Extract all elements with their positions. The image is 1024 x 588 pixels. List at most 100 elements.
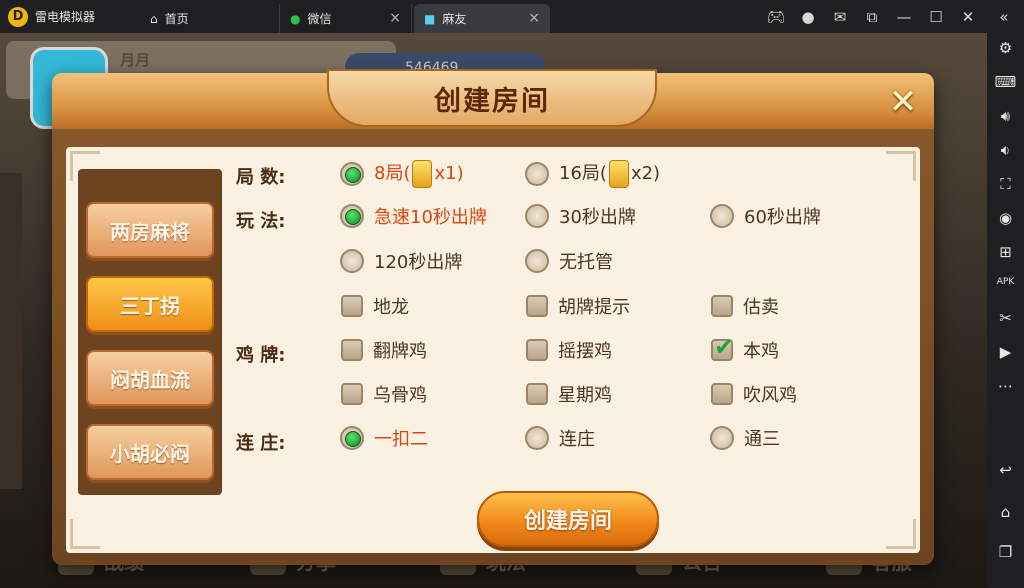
tab-mayou[interactable]: ■ 麻友 × bbox=[414, 4, 550, 33]
create-room-button[interactable]: 创建房间 bbox=[477, 491, 659, 547]
corner-ornament bbox=[886, 519, 916, 549]
rounds-option-16[interactable]: 16局(x2) bbox=[525, 159, 660, 188]
chicken-check-yaobai-label: 摇摆鸡 bbox=[558, 341, 612, 362]
player-name: 月月 bbox=[120, 51, 151, 69]
rounds-option-16-label: 16局( bbox=[559, 163, 607, 184]
mail-icon[interactable]: ✉ bbox=[824, 8, 856, 26]
close-dialog-icon[interactable]: ✕ bbox=[884, 82, 922, 122]
window-controls: 🎮︎ ● ✉ ⧉ — ☐ ✕ « bbox=[760, 0, 1024, 33]
more-icon[interactable]: ⋯ bbox=[987, 377, 1024, 395]
play-option-no-auto-label: 无托管 bbox=[559, 252, 613, 273]
volume-up-icon[interactable]: 🔊︎ bbox=[987, 107, 1024, 125]
dealer-option-tongsan[interactable]: 通三 bbox=[710, 425, 780, 451]
play-option-no-auto[interactable]: 无托管 bbox=[525, 248, 613, 274]
back-icon[interactable]: ↩ bbox=[987, 461, 1024, 479]
radio-button[interactable] bbox=[340, 204, 364, 228]
radio-button[interactable] bbox=[710, 204, 734, 228]
home-icon[interactable]: ⌂ bbox=[987, 503, 1024, 521]
video-icon[interactable]: ▶ bbox=[987, 343, 1024, 361]
close-tab-mayou-icon[interactable]: × bbox=[528, 10, 540, 26]
chicken-check-fanpai[interactable]: 翻牌鸡 bbox=[341, 337, 427, 363]
checkbox[interactable] bbox=[526, 383, 548, 405]
checkbox[interactable] bbox=[526, 295, 548, 317]
play-option-10s-label: 急速10秒出牌 bbox=[374, 207, 487, 228]
dealer-option-tongsan-label: 通三 bbox=[744, 429, 780, 450]
chicken-check-wugu[interactable]: 乌骨鸡 bbox=[341, 381, 427, 407]
play-option-60s[interactable]: 60秒出牌 bbox=[710, 203, 821, 229]
radio-button[interactable] bbox=[340, 426, 364, 450]
emulator-logo-icon: D bbox=[8, 6, 28, 27]
minimize-icon[interactable]: — bbox=[888, 8, 920, 26]
volume-down-icon[interactable]: 🔉︎ bbox=[987, 141, 1024, 159]
home-icon: ⌂ bbox=[150, 11, 158, 26]
chicken-check-xingqi-label: 星期鸡 bbox=[558, 385, 612, 406]
checkbox[interactable] bbox=[526, 339, 548, 361]
dialog-body: 两房麻将 三丁拐 闷胡血流 小胡必闷 局 数: 8局(x1) 16局(x2) 玩… bbox=[66, 147, 920, 553]
chicken-check-xingqi[interactable]: 星期鸡 bbox=[526, 381, 612, 407]
dealer-option-yikouer[interactable]: 一扣二 bbox=[340, 425, 428, 451]
close-tab-wechat-icon[interactable]: × bbox=[389, 10, 401, 26]
maximize-icon[interactable]: ☐ bbox=[920, 8, 952, 26]
checkbox[interactable] bbox=[341, 383, 363, 405]
radio-button[interactable] bbox=[525, 204, 549, 228]
record-icon[interactable]: ◉ bbox=[987, 209, 1024, 227]
chicken-check-benji[interactable]: 本鸡 bbox=[711, 333, 779, 363]
dealer-label: 连 庄: bbox=[236, 433, 286, 454]
account-icon[interactable]: ● bbox=[792, 8, 824, 26]
radio-button[interactable] bbox=[340, 249, 364, 273]
recent-apps-icon[interactable]: ❐ bbox=[987, 543, 1024, 561]
chicken-check-chuifeng[interactable]: 吹风鸡 bbox=[711, 381, 797, 407]
radio-button[interactable] bbox=[525, 426, 549, 450]
radio-button[interactable] bbox=[525, 161, 549, 186]
tab-home[interactable]: ⌂ 首页 bbox=[140, 4, 280, 33]
chicken-check-fanpai-label: 翻牌鸡 bbox=[373, 341, 427, 362]
radio-button[interactable] bbox=[710, 426, 734, 450]
checkbox[interactable] bbox=[341, 339, 363, 361]
dialog-title: 创建房间 bbox=[434, 86, 550, 117]
radio-button[interactable] bbox=[340, 161, 364, 186]
collapse-sidebar-icon[interactable]: « bbox=[984, 8, 1024, 26]
tab-wechat[interactable]: ● 微信 × bbox=[280, 4, 412, 33]
dealer-option-lianzhuang[interactable]: 连庄 bbox=[525, 425, 595, 451]
dealer-option-yikouer-label: 一扣二 bbox=[374, 429, 428, 450]
radio-button[interactable] bbox=[525, 249, 549, 273]
dealer-option-lianzhuang-label: 连庄 bbox=[559, 429, 595, 450]
play-check-dilong[interactable]: 地龙 bbox=[341, 293, 409, 319]
play-option-60s-label: 60秒出牌 bbox=[744, 207, 821, 228]
fullscreen-icon[interactable]: ⛶ bbox=[987, 175, 1024, 193]
side-panel bbox=[0, 173, 22, 489]
mode-tab-men-hu-xue-liu[interactable]: 闷胡血流 bbox=[86, 350, 214, 406]
settings-icon[interactable]: ⚙ bbox=[987, 39, 1024, 57]
mode-tab-two-room[interactable]: 两房麻将 bbox=[86, 202, 214, 258]
play-option-30s[interactable]: 30秒出牌 bbox=[525, 203, 636, 229]
chicken-check-wugu-label: 乌骨鸡 bbox=[373, 385, 427, 406]
play-option-120s[interactable]: 120秒出牌 bbox=[340, 248, 462, 274]
checkbox[interactable] bbox=[341, 295, 363, 317]
mode-tab-panel: 两房麻将 三丁拐 闷胡血流 小胡必闷 bbox=[78, 169, 222, 495]
play-check-gumai-label: 估卖 bbox=[743, 297, 779, 318]
rounds-option-8-label: 8局( bbox=[374, 163, 411, 184]
checkbox-checked[interactable] bbox=[711, 333, 734, 361]
close-icon[interactable]: ✕ bbox=[952, 8, 984, 26]
play-option-10s[interactable]: 急速10秒出牌 bbox=[340, 203, 487, 229]
chicken-label: 鸡 牌: bbox=[236, 345, 286, 366]
checkbox[interactable] bbox=[711, 295, 733, 317]
play-check-gumai[interactable]: 估卖 bbox=[711, 293, 779, 319]
gamepad-icon[interactable]: 🎮︎ bbox=[760, 8, 792, 26]
checkbox[interactable] bbox=[711, 383, 733, 405]
rounds-option-8[interactable]: 8局(x1) bbox=[340, 159, 464, 188]
apk-icon[interactable]: APK bbox=[987, 277, 1024, 287]
mode-tab-xiao-hu-bi-men[interactable]: 小胡必闷 bbox=[86, 424, 214, 480]
game-screen: 月月 546469 战绩 分享 玩法 公告 客服 创建房间 ✕ 两房 bbox=[0, 33, 987, 588]
mode-tab-san-ding-guai[interactable]: 三丁拐 bbox=[86, 276, 214, 332]
popout-icon[interactable]: ⧉ bbox=[856, 8, 888, 26]
emulator-app: D 雷电模拟器 bbox=[8, 0, 95, 33]
tab-home-label: 首页 bbox=[164, 12, 189, 26]
emulator-app-name: 雷电模拟器 bbox=[35, 10, 96, 24]
rounds-label: 局 数: bbox=[236, 167, 286, 188]
chicken-check-yaobai[interactable]: 摇摆鸡 bbox=[526, 337, 612, 363]
scissors-icon[interactable]: ✂ bbox=[987, 309, 1024, 327]
add-app-icon[interactable]: ⊞ bbox=[987, 243, 1024, 261]
play-check-hint[interactable]: 胡牌提示 bbox=[526, 293, 630, 319]
keyboard-icon[interactable]: ⌨ bbox=[987, 73, 1024, 91]
